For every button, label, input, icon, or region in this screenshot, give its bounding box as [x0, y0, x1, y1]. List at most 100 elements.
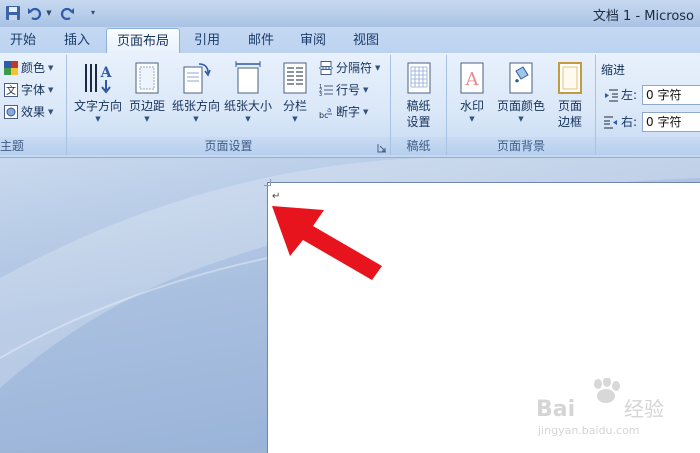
- page-color-label: 页面颜色: [496, 99, 545, 113]
- dropdown-arrow-icon: ▼: [363, 86, 369, 94]
- dropdown-arrow-icon: ▼: [144, 115, 150, 123]
- watermark-icon: A: [460, 62, 484, 94]
- columns-icon: [283, 62, 307, 94]
- line-numbers-label: 行号: [336, 83, 361, 97]
- baidu-jingyan-watermark: Bai 经验 jingyan.baidu.com: [536, 378, 664, 437]
- indent-title: 缩进: [601, 63, 626, 77]
- manuscript-setup-button[interactable]: 稿纸 设置: [397, 61, 440, 130]
- margins-button[interactable]: 页边距 ▼: [125, 61, 169, 124]
- orientation-label: 纸张方向: [171, 99, 220, 113]
- indent-right-icon: [604, 116, 617, 129]
- group-paragraph: 缩进 左: 0 字符 右: 0 字符: [596, 55, 700, 155]
- redo-icon[interactable]: [58, 4, 76, 21]
- theme-fonts-label: 字体: [21, 83, 46, 97]
- tab-review[interactable]: 审阅: [290, 30, 336, 52]
- orientation-icon: [183, 63, 211, 94]
- theme-colors-button[interactable]: 颜色 ▼: [4, 59, 53, 77]
- watermark-button[interactable]: A 水印 ▼: [453, 61, 491, 124]
- paper-size-label: 纸张大小: [223, 99, 272, 113]
- dropdown-arrow-icon: ▼: [363, 108, 369, 116]
- save-icon[interactable]: [4, 4, 22, 21]
- indent-left-icon: [605, 89, 618, 102]
- columns-label: 分栏: [282, 99, 307, 113]
- group-themes: 颜色 ▼ 文 字体 ▼ 效果 ▼ 主题: [0, 55, 67, 155]
- dropdown-arrow-icon: ▼: [469, 115, 475, 123]
- dialog-launcher-icon[interactable]: [377, 142, 387, 153]
- watermark-jingyan-text: 经验: [624, 397, 664, 421]
- tab-insert[interactable]: 插入: [54, 30, 100, 52]
- ribbon: 颜色 ▼ 文 字体 ▼ 效果 ▼ 主题 A 文字方向 ▼ 页边距 ▼ 纸张方向 …: [0, 53, 700, 158]
- hyphenation-button[interactable]: bc a 断字 ▼: [319, 103, 368, 121]
- theme-effects-label: 效果: [21, 105, 46, 119]
- dropdown-arrow-icon: ▼: [375, 64, 381, 72]
- text-direction-label: 文字方向: [73, 99, 122, 113]
- hyphenation-label: 断字: [336, 105, 361, 119]
- dropdown-arrow-icon: ▼: [48, 86, 54, 94]
- indent-left-label: 左:: [621, 88, 638, 102]
- margins-label: 页边距: [128, 99, 165, 113]
- watermark-label: 水印: [459, 99, 484, 113]
- dropdown-arrow-icon: ▼: [48, 64, 54, 72]
- line-numbers-button[interactable]: 123 行号 ▼: [319, 81, 368, 99]
- group-label-manuscript: 稿纸: [391, 137, 446, 155]
- dropdown-arrow-icon: ▼: [95, 115, 101, 123]
- page-corner-marker: [264, 179, 271, 186]
- theme-colors-label: 颜色: [21, 61, 46, 75]
- svg-text:a: a: [327, 106, 331, 114]
- indent-right-input[interactable]: 0 字符: [642, 112, 700, 132]
- dropdown-arrow-icon: ▼: [245, 115, 251, 123]
- group-label-themes: 主题: [0, 137, 66, 155]
- tab-home[interactable]: 开始: [0, 30, 46, 52]
- orientation-button[interactable]: 纸张方向 ▼: [171, 61, 221, 124]
- paper-size-icon: [235, 61, 261, 94]
- indent-right-label: 右:: [621, 115, 638, 129]
- theme-effects-icon: [4, 105, 18, 119]
- dropdown-arrow-icon: ▼: [48, 108, 54, 116]
- undo-icon[interactable]: [26, 4, 44, 21]
- red-arrow-annotation: [272, 206, 382, 280]
- tab-references[interactable]: 引用: [184, 30, 230, 52]
- text-direction-icon: A: [85, 64, 113, 94]
- paw-logo-icon: [594, 378, 620, 403]
- theme-colors-icon: [4, 61, 18, 75]
- title-bar: ▼ ▾ 文档 1 - Microso: [0, 0, 700, 27]
- group-page-setup: A 文字方向 ▼ 页边距 ▼ 纸张方向 ▼ 纸张大小 ▼ 分栏 ▼ 分隔符 ▼ …: [67, 55, 391, 155]
- page-borders-button[interactable]: 页面 边框: [551, 61, 589, 130]
- breaks-button[interactable]: 分隔符 ▼: [319, 59, 380, 77]
- svg-text:A: A: [100, 65, 113, 81]
- page-borders-label-line2: 边框: [557, 115, 582, 129]
- group-label-page-background: 页面背景: [447, 137, 595, 155]
- page-color-button[interactable]: 页面颜色 ▼: [493, 61, 549, 124]
- margins-icon: [135, 62, 159, 94]
- line-numbers-icon: 123: [319, 84, 333, 97]
- group-label-page-setup: 页面设置: [67, 137, 390, 155]
- window-title: 文档 1 - Microso: [592, 9, 694, 24]
- tab-page-layout[interactable]: 页面布局: [106, 28, 180, 54]
- ribbon-tabs: 开始 插入 页面布局 引用 邮件 审阅 视图: [0, 27, 700, 54]
- indent-left-row: 左:: [604, 86, 637, 104]
- breaks-label: 分隔符: [336, 61, 373, 75]
- text-direction-button[interactable]: A 文字方向 ▼: [73, 61, 123, 124]
- breaks-icon: [319, 61, 333, 75]
- dropdown-arrow-icon: ▼: [292, 115, 298, 123]
- group-manuscript: 稿纸 设置 稿纸: [391, 55, 447, 155]
- columns-button[interactable]: 分栏 ▼: [275, 61, 315, 124]
- indent-right-row: 右:: [604, 113, 637, 131]
- theme-fonts-button[interactable]: 文 字体 ▼: [4, 81, 53, 99]
- tab-mailings[interactable]: 邮件: [238, 30, 284, 52]
- svg-text:A: A: [465, 69, 480, 90]
- group-page-background: A 水印 ▼ 页面颜色 ▼ 页面 边框 页面背景: [447, 55, 596, 155]
- watermark-brand-text: Bai: [536, 397, 575, 422]
- hyphenation-icon: bca: [319, 106, 332, 119]
- manuscript-setup-label-line1: 稿纸: [406, 99, 431, 113]
- undo-dropdown-icon[interactable]: ▼: [45, 4, 53, 21]
- watermark-url-text: jingyan.baidu.com: [537, 424, 640, 437]
- customize-qat-icon[interactable]: ▾: [88, 4, 98, 21]
- group-label-paragraph: [596, 137, 700, 155]
- indent-left-input[interactable]: 0 字符: [642, 85, 700, 105]
- theme-effects-button[interactable]: 效果 ▼: [4, 103, 53, 121]
- page-borders-label-line1: 页面: [557, 99, 582, 113]
- paper-size-button[interactable]: 纸张大小 ▼: [223, 61, 273, 124]
- tab-view[interactable]: 视图: [343, 30, 389, 52]
- manuscript-icon: [407, 62, 430, 94]
